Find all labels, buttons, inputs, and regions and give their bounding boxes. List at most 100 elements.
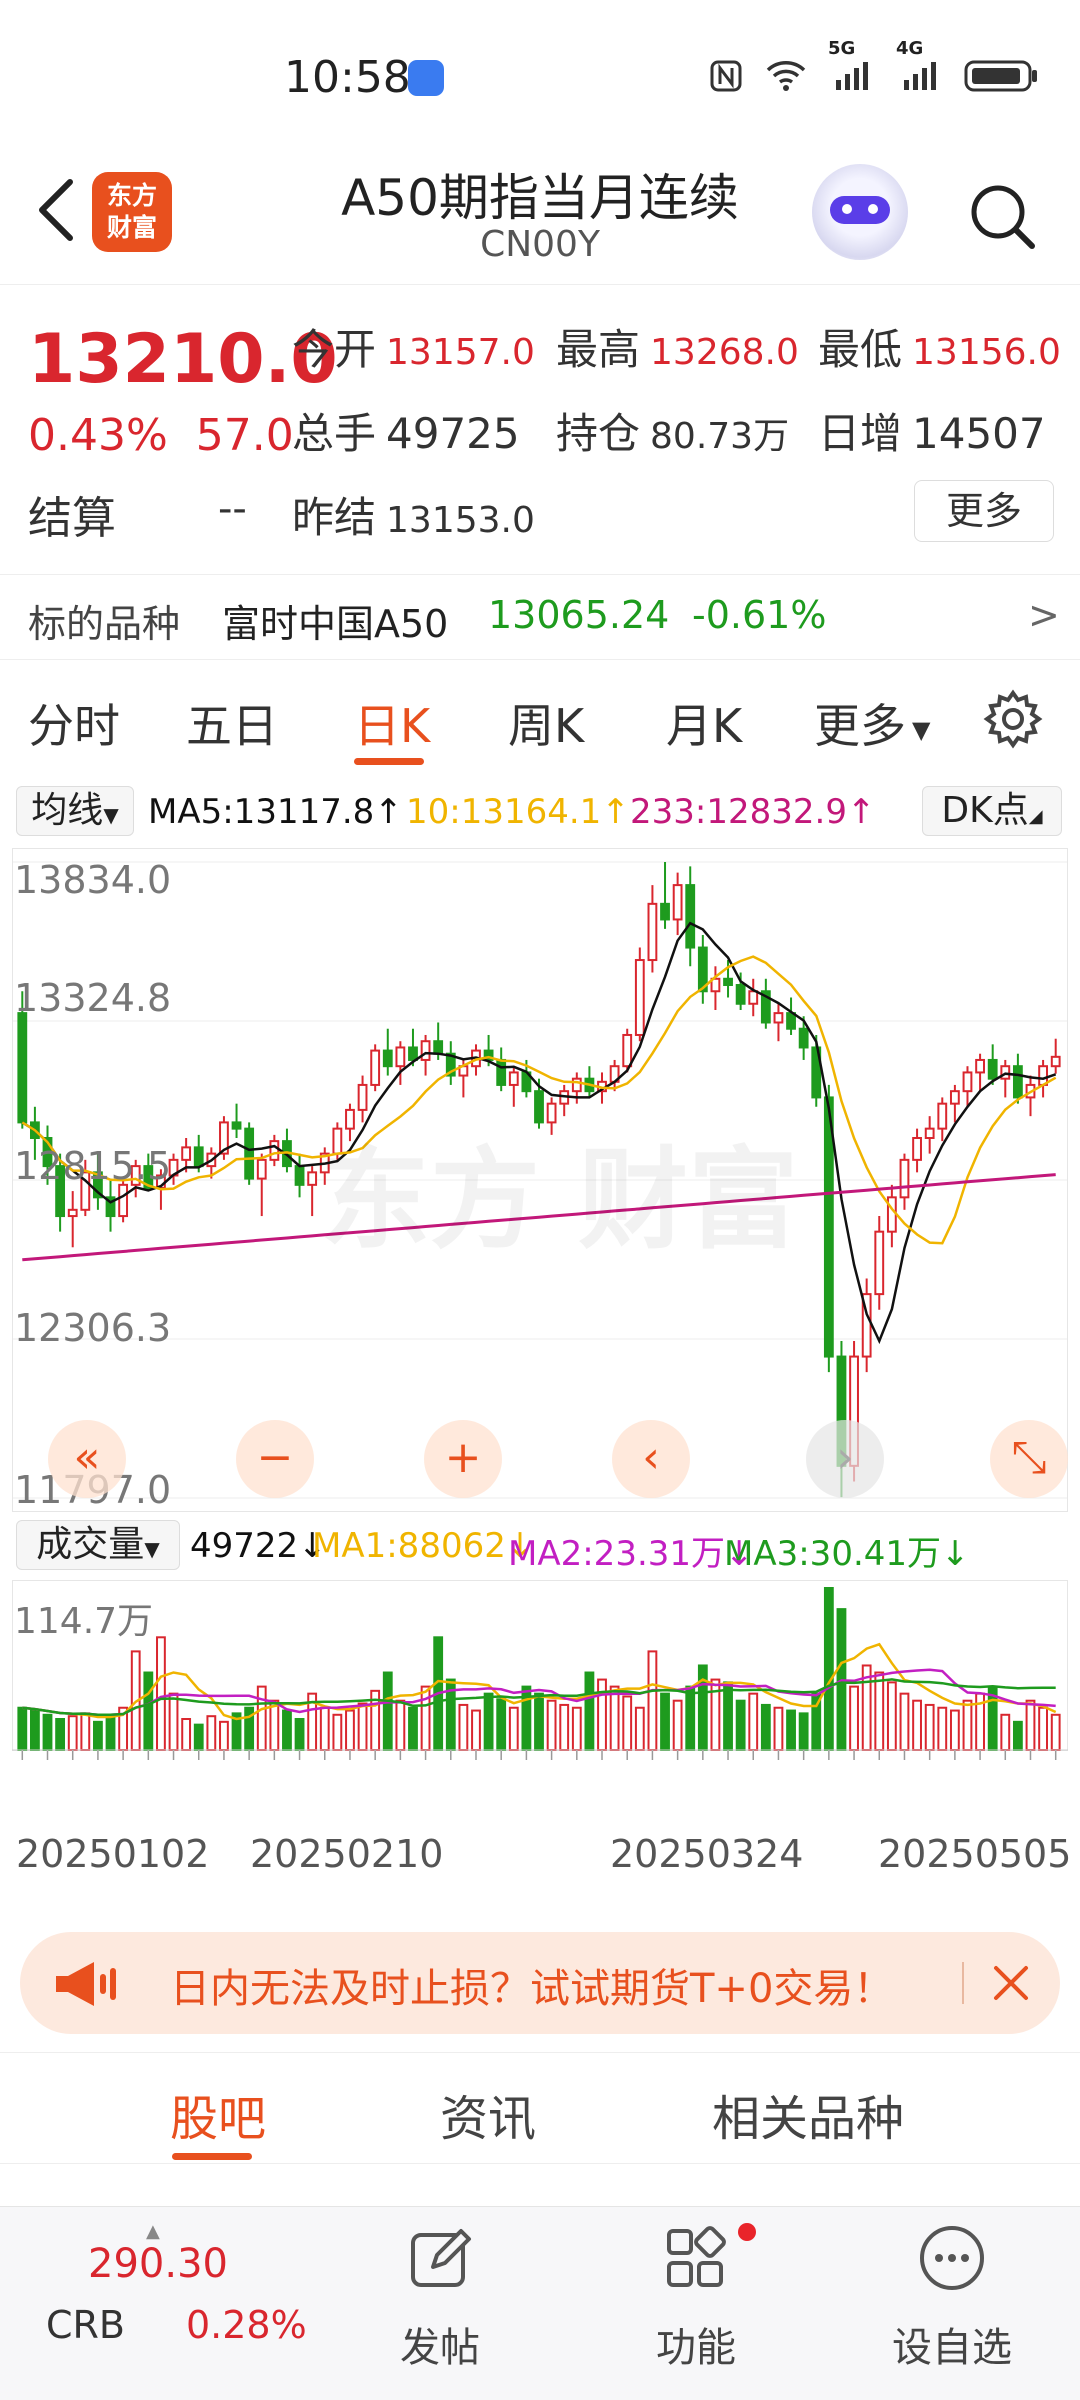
nav-watchlist[interactable]: 设自选 [872, 2223, 1032, 2373]
app-notification-icon [408, 60, 444, 96]
nav-post[interactable]: 发帖 [360, 2223, 520, 2373]
ma-legend-bar: 均线▼ MA5:13117.8↑ 10:13164.1↑ 233:12832.9… [0, 784, 1080, 840]
nav-functions-label: 功能 [656, 2325, 736, 2371]
close-icon[interactable] [988, 1960, 1034, 2006]
candlestick [231, 1121, 242, 1130]
volume-bar [181, 1718, 192, 1752]
tab-news[interactable]: 资讯 [440, 2079, 536, 2149]
candlestick [193, 1146, 204, 1168]
candlestick [962, 1071, 973, 1093]
more-dots-icon [920, 2226, 984, 2290]
prev-button[interactable]: ‹ [612, 1420, 690, 1498]
volume-bar [672, 1699, 683, 1752]
volume-bar [685, 1685, 696, 1751]
tab-daily-k[interactable]: 日K [354, 690, 430, 756]
volume-bar [647, 1650, 658, 1751]
signal-4g-label: 4G [896, 37, 924, 59]
ma-selector[interactable]: 均线▼ [16, 786, 134, 836]
volume-bar [80, 1712, 91, 1752]
status-time: 10:58 [284, 52, 411, 103]
period-tabs: 分时 五日 日K 周K 月K 更多 ▼ [0, 672, 1080, 772]
candlestick [408, 1046, 418, 1061]
dropdown-triangle-icon: ▼ [912, 715, 931, 744]
promo-banner[interactable]: 日内无法及时止损？试试期货T+0交易！ [20, 1932, 1060, 2034]
volume-bar [168, 1692, 179, 1751]
corner-triangle-icon: ◢ [1028, 806, 1043, 827]
candlestick [949, 1090, 960, 1105]
next-button[interactable]: › [806, 1420, 884, 1498]
volume-bar [219, 1720, 229, 1751]
zoom-out-button[interactable]: − [236, 1420, 314, 1498]
low-label: 最低 [818, 325, 903, 374]
zoom-in-button[interactable]: + [424, 1420, 502, 1498]
volume-chart[interactable] [12, 1580, 1068, 1820]
volume-bar [471, 1709, 481, 1751]
candlestick [723, 977, 733, 987]
volume-ma2: MA2:23.31万↓ [508, 1534, 754, 1574]
volume-bar [899, 1692, 910, 1751]
quote-panel: 13210.0 0.43% 57.0 结算 -- 今开 13157.0 最高 1326… [0, 290, 1080, 560]
nav-post-label: 发帖 [400, 2325, 480, 2371]
caret-up-icon: ▲ [146, 2221, 160, 2242]
volume-field: 总手 49725 [292, 400, 520, 461]
dk-point-button[interactable]: DK点◢ [922, 786, 1062, 836]
underlying-row[interactable]: 标的品种 富时中国A50 13065.24 -0.61% > [0, 574, 1080, 660]
price-axis-label-0: 13834.0 [14, 858, 172, 902]
ma233-value: 233:12832.9↑ [630, 792, 876, 832]
price-axis-label-3: 12306.3 [14, 1306, 172, 1350]
crb-value[interactable]: 290.30 [88, 2241, 228, 2287]
tab-forum[interactable]: 股吧 [170, 2079, 266, 2149]
search-icon[interactable] [962, 176, 1042, 256]
underlying-price: 13065.24 [488, 593, 670, 637]
settle-label: 结算 [28, 493, 116, 544]
daily-increase-value: 14507 [912, 409, 1046, 458]
prev-settle-label: 昨结 [292, 493, 377, 542]
volume-bar [660, 1692, 670, 1751]
candlestick [244, 1127, 255, 1180]
volume-bar [206, 1715, 217, 1751]
candlestick [256, 1158, 267, 1180]
candlestick [370, 1049, 381, 1086]
volume-bar [949, 1709, 960, 1751]
volume-ma1: MA1:88062↓ [312, 1526, 535, 1566]
open-interest-field: 持仓 80.73万 [556, 400, 789, 461]
candlestick [937, 1102, 948, 1130]
tab-intraday[interactable]: 分时 [28, 690, 120, 756]
tab-monthly-k[interactable]: 月K [666, 690, 742, 756]
tab-weekly-k[interactable]: 周K [508, 690, 584, 756]
volume-bar [786, 1709, 796, 1751]
tab-related[interactable]: 相关品种 [712, 2079, 904, 2149]
candlestick [420, 1040, 431, 1061]
volume-bar [723, 1681, 733, 1751]
candlestick [67, 1208, 78, 1218]
candlestick [786, 1012, 796, 1030]
crb-percent: 0.28% [186, 2303, 307, 2347]
volume-selector[interactable]: 成交量▼ [16, 1520, 180, 1570]
edit-icon [411, 2229, 471, 2287]
nav-watchlist-label: 设自选 [892, 2325, 1012, 2371]
promo-divider [962, 1962, 964, 2004]
tab-more[interactable]: 更多 ▼ [814, 690, 930, 756]
price-change: 0.43% 57.0 [28, 410, 322, 461]
gear-icon[interactable] [982, 688, 1044, 750]
volume-bar [773, 1706, 784, 1751]
more-quote-button[interactable]: 更多 [914, 480, 1054, 542]
underlying-label: 标的品种 [28, 602, 181, 646]
ai-assistant-robot-icon[interactable] [812, 164, 908, 260]
volume-bar [798, 1712, 809, 1752]
candlestick [899, 1158, 910, 1199]
tab-five-day[interactable]: 五日 [186, 690, 278, 756]
active-content-tab-indicator [172, 2153, 252, 2160]
app-logo: 东方 财富 [92, 172, 172, 252]
volume-bar [1025, 1699, 1036, 1752]
volume-value: 49725 [386, 409, 520, 458]
volume-bar [408, 1706, 418, 1751]
nav-functions[interactable]: 功能 [616, 2223, 776, 2373]
back-arrow-icon[interactable] [26, 170, 86, 250]
fullscreen-button[interactable]: ⤡ [990, 1420, 1068, 1498]
volume-bar [67, 1715, 78, 1751]
candlestick [685, 884, 696, 949]
price-axis-label-1: 13324.8 [14, 976, 172, 1020]
volume-ma3: MA3:30.41万↓ [724, 1534, 970, 1574]
rewind-button[interactable]: « [48, 1420, 126, 1498]
